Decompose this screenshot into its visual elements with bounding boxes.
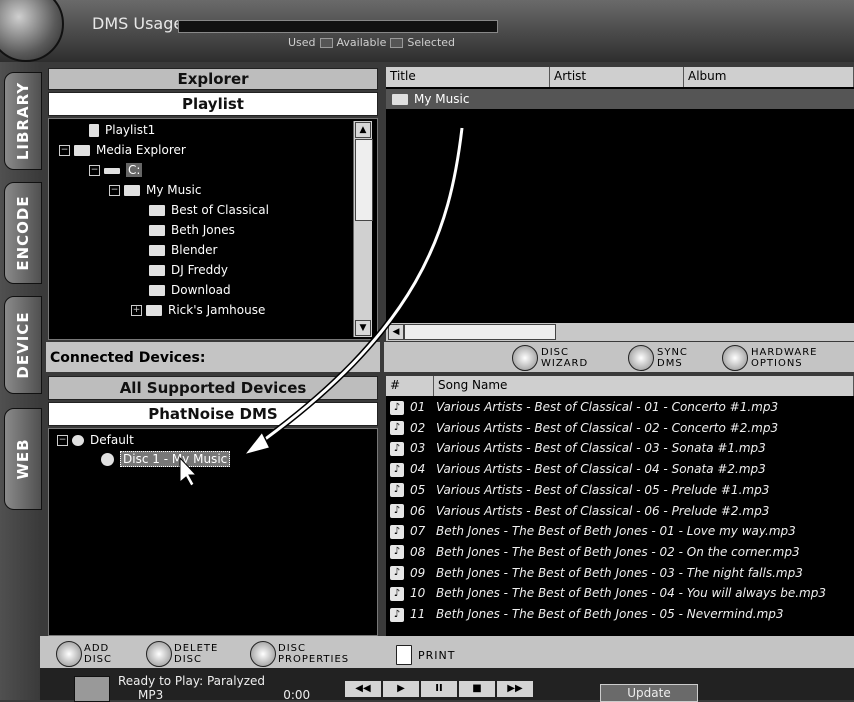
mouse-cursor-icon [179,456,198,487]
drag-arrow [179,127,465,487]
drag-arrow-outline [248,127,465,453]
drag-arrow-line [249,127,464,452]
